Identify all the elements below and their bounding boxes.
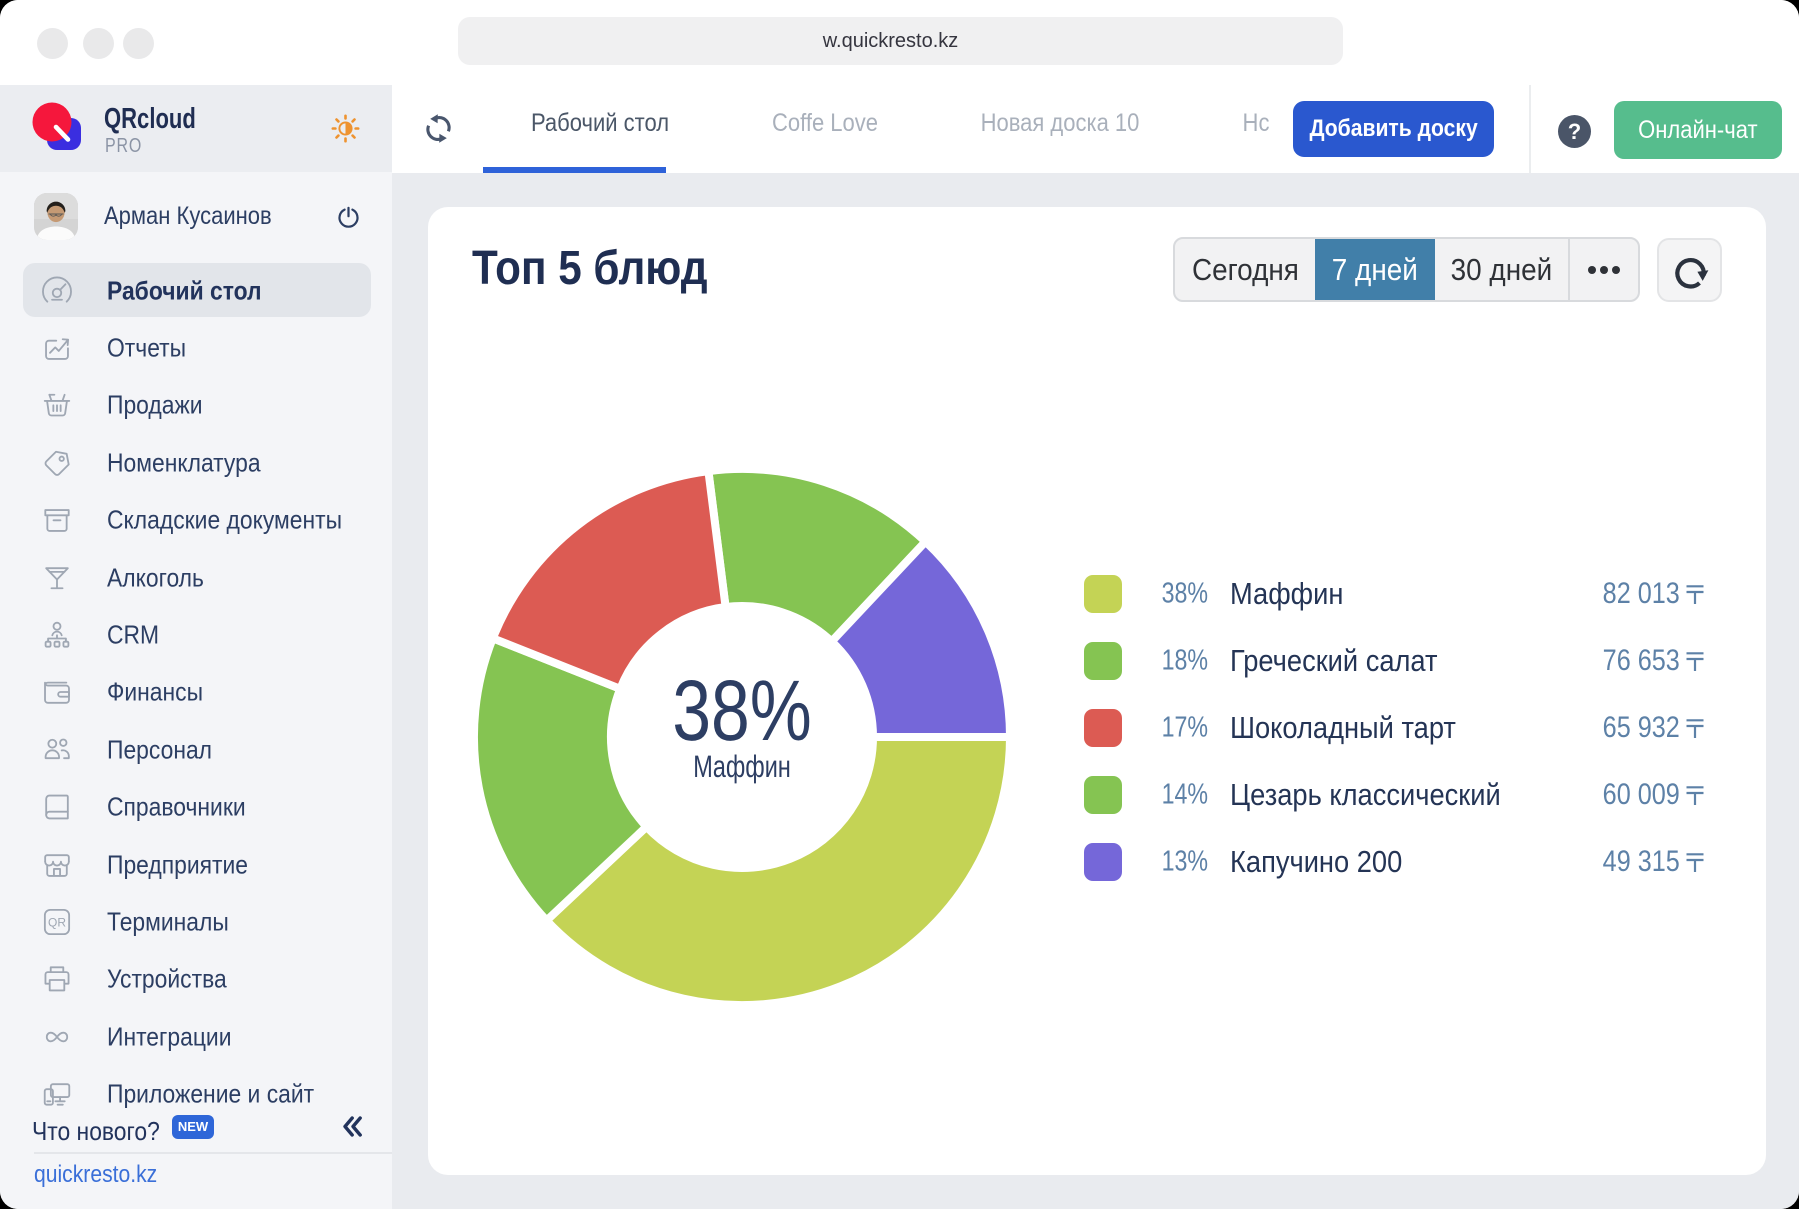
svg-text:QR: QR [48, 916, 66, 930]
